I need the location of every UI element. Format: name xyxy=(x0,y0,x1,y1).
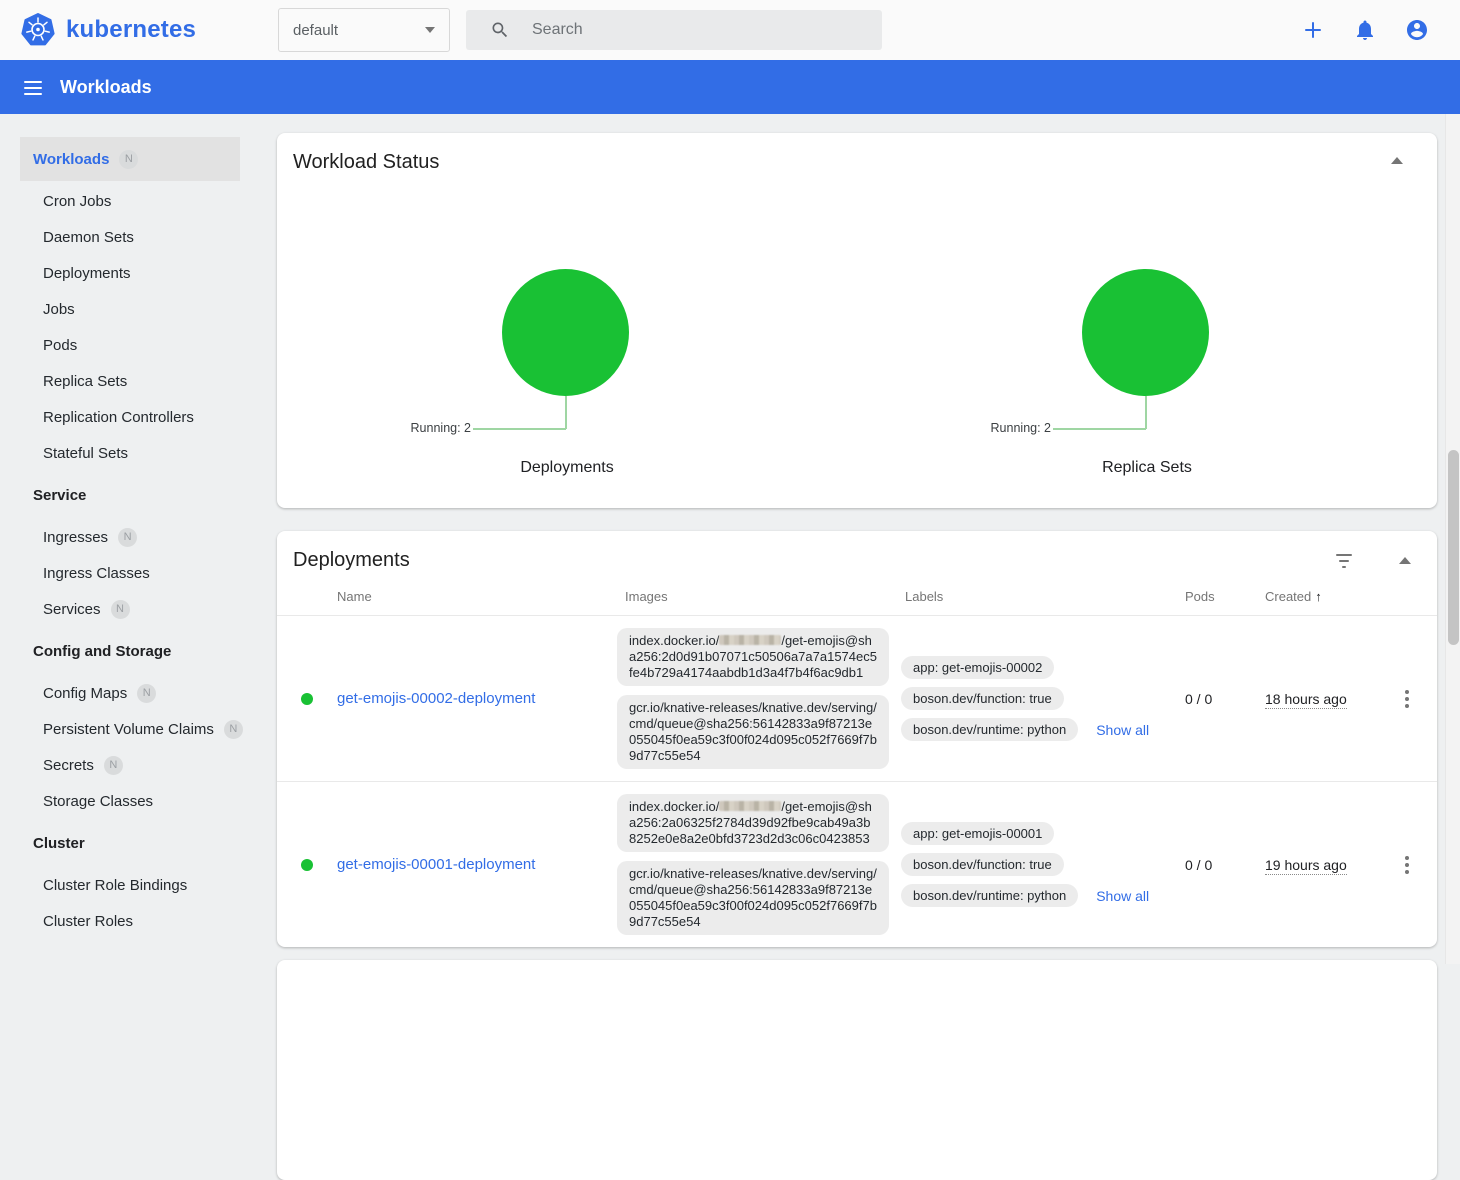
sidebar-item-deployments[interactable]: Deployments xyxy=(0,255,260,291)
label-chip: boson.dev/runtime: python xyxy=(901,718,1078,741)
app-bar: Workloads xyxy=(0,60,1460,114)
created-timestamp: 18 hours ago xyxy=(1265,691,1347,709)
column-name[interactable]: Name xyxy=(337,589,617,604)
pie-running xyxy=(1082,269,1209,396)
sidebar-item-persistent-volume-claims[interactable]: Persistent Volume Claims N xyxy=(0,711,260,747)
sidebar-item-storage-classes[interactable]: Storage Classes xyxy=(0,783,260,819)
namespace-selector[interactable]: default xyxy=(278,8,450,52)
sidebar-nav: Workloads N Cron Jobs Daemon Sets Deploy… xyxy=(0,137,260,939)
chart-title: Replica Sets xyxy=(857,459,1437,477)
new-badge: N xyxy=(137,684,156,703)
sidebar-item-secrets[interactable]: Secrets N xyxy=(0,747,260,783)
image-chip: index.docker.io//get-emojis@sha256:2d0d9… xyxy=(617,628,889,686)
top-header: kubernetes default xyxy=(0,0,1460,60)
table-header: Name Images Labels Pods Created↑ xyxy=(277,578,1437,616)
pie-running xyxy=(502,269,629,396)
next-card-partial xyxy=(277,960,1437,1180)
label-chip: app: get-emojis-00001 xyxy=(901,822,1054,845)
label-chip: app: get-emojis-00002 xyxy=(901,656,1054,679)
search-bar[interactable] xyxy=(466,10,882,50)
callout-line xyxy=(565,396,567,429)
sidebar-item-ingresses[interactable]: Ingresses N xyxy=(0,519,260,555)
image-chip: gcr.io/knative-releases/knative.dev/serv… xyxy=(617,695,889,769)
column-images[interactable]: Images xyxy=(617,589,897,604)
status-running-dot xyxy=(301,859,313,871)
search-input[interactable] xyxy=(532,21,832,39)
column-pods[interactable]: Pods xyxy=(1177,589,1257,604)
created-timestamp: 19 hours ago xyxy=(1265,857,1347,875)
sidebar-item-daemon-sets[interactable]: Daemon Sets xyxy=(0,219,260,255)
kebab-menu-icon[interactable] xyxy=(1399,684,1415,714)
namespace-value: default xyxy=(293,22,425,39)
table-row: get-emojis-00002-deployment index.docker… xyxy=(277,616,1437,782)
new-badge: N xyxy=(224,720,243,739)
scrollbar-track[interactable] xyxy=(1445,114,1460,964)
pods-count: 0 / 0 xyxy=(1177,691,1257,707)
callout-line xyxy=(473,428,566,430)
deployment-name-link[interactable]: get-emojis-00001-deployment xyxy=(337,856,535,873)
kubernetes-helm-icon xyxy=(20,12,56,48)
workload-status-card: Workload Status Running: 2 Deployments R… xyxy=(277,133,1437,508)
kebab-menu-icon[interactable] xyxy=(1399,850,1415,880)
sidebar-item-replication-controllers[interactable]: Replication Controllers xyxy=(0,399,260,435)
show-all-link[interactable]: Show all xyxy=(1096,722,1149,738)
notifications-bell-button[interactable] xyxy=(1353,18,1377,42)
main-content: Workload Status Running: 2 Deployments R… xyxy=(277,133,1437,1180)
table-row: get-emojis-00001-deployment index.docker… xyxy=(277,782,1437,947)
redacted-text xyxy=(719,801,781,811)
hamburger-menu-icon[interactable] xyxy=(24,81,42,95)
image-chip: gcr.io/knative-releases/knative.dev/serv… xyxy=(617,861,889,935)
sidebar-item-replica-sets[interactable]: Replica Sets xyxy=(0,363,260,399)
sidebar-section-service: Service xyxy=(0,477,260,513)
sidebar-item-workloads[interactable]: Workloads N xyxy=(20,137,240,181)
callout-line xyxy=(1053,428,1146,430)
new-badge: N xyxy=(111,600,130,619)
scrollbar-thumb[interactable] xyxy=(1448,450,1459,645)
chevron-down-icon xyxy=(425,27,435,33)
callout-label: Running: 2 xyxy=(405,421,471,435)
deployments-pie-chart: Running: 2 Deployments xyxy=(277,133,857,508)
show-all-link[interactable]: Show all xyxy=(1096,888,1149,904)
collapse-arrow-icon[interactable] xyxy=(1399,557,1411,564)
user-avatar-button[interactable] xyxy=(1405,18,1429,42)
sidebar-section-cluster: Cluster xyxy=(0,825,260,861)
sort-ascending-icon: ↑ xyxy=(1315,589,1322,604)
deployments-card: Deployments Name Images Labels Pods Crea… xyxy=(277,531,1437,947)
kubernetes-logo[interactable]: kubernetes xyxy=(20,12,196,48)
redacted-text xyxy=(719,635,781,645)
replica-sets-pie-chart: Running: 2 Replica Sets xyxy=(857,133,1437,508)
sidebar-item-ingress-classes[interactable]: Ingress Classes xyxy=(0,555,260,591)
pods-count: 0 / 0 xyxy=(1177,857,1257,873)
sidebar-item-services[interactable]: Services N xyxy=(0,591,260,627)
label-chip: boson.dev/runtime: python xyxy=(901,884,1078,907)
callout-label: Running: 2 xyxy=(985,421,1051,435)
chart-title: Deployments xyxy=(277,459,857,477)
sidebar-item-pods[interactable]: Pods xyxy=(0,327,260,363)
logo-text: kubernetes xyxy=(66,16,196,44)
new-badge: N xyxy=(118,528,137,547)
sidebar-item-cluster-role-bindings[interactable]: Cluster Role Bindings xyxy=(0,867,260,903)
status-running-dot xyxy=(301,693,313,705)
sidebar-item-config-maps[interactable]: Config Maps N xyxy=(0,675,260,711)
deployments-title: Deployments xyxy=(293,549,410,572)
label-chip: boson.dev/function: true xyxy=(901,853,1064,876)
filter-icon[interactable] xyxy=(1335,554,1353,568)
sidebar-item-cluster-roles[interactable]: Cluster Roles xyxy=(0,903,260,939)
deployment-name-link[interactable]: get-emojis-00002-deployment xyxy=(337,690,535,707)
search-icon xyxy=(490,20,510,40)
create-plus-button[interactable] xyxy=(1301,18,1325,42)
sidebar-item-cron-jobs[interactable]: Cron Jobs xyxy=(0,183,260,219)
new-badge: N xyxy=(104,756,123,775)
column-created[interactable]: Created↑ xyxy=(1257,589,1377,604)
sidebar-section-config-storage: Config and Storage xyxy=(0,633,260,669)
page-title: Workloads xyxy=(60,60,152,114)
sidebar-item-stateful-sets[interactable]: Stateful Sets xyxy=(0,435,260,471)
image-chip: index.docker.io//get-emojis@sha256:2a063… xyxy=(617,794,889,852)
sidebar-item-jobs[interactable]: Jobs xyxy=(0,291,260,327)
new-badge: N xyxy=(119,150,138,169)
column-labels[interactable]: Labels xyxy=(897,589,1177,604)
callout-line xyxy=(1145,396,1147,429)
label-chip: boson.dev/function: true xyxy=(901,687,1064,710)
